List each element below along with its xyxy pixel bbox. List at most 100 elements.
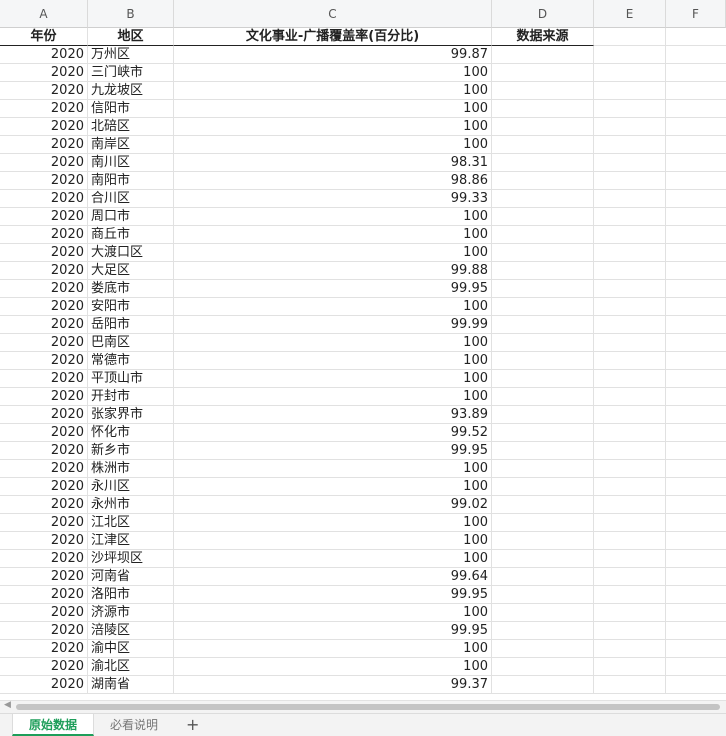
empty-cell[interactable] xyxy=(666,226,726,244)
empty-cell[interactable] xyxy=(666,640,726,658)
add-sheet-icon[interactable]: + xyxy=(174,714,211,736)
year-cell[interactable]: 2020 xyxy=(0,478,88,496)
empty-cell[interactable] xyxy=(594,334,666,352)
region-cell[interactable]: 巴南区 xyxy=(88,334,174,352)
empty-cell[interactable] xyxy=(594,478,666,496)
coverage-cell[interactable]: 100 xyxy=(174,604,492,622)
region-cell[interactable]: 北碚区 xyxy=(88,118,174,136)
source-cell[interactable] xyxy=(492,190,594,208)
empty-cell[interactable] xyxy=(666,334,726,352)
coverage-cell[interactable]: 99.95 xyxy=(174,586,492,604)
empty-cell[interactable] xyxy=(666,370,726,388)
empty-cell[interactable] xyxy=(666,28,726,46)
empty-cell[interactable] xyxy=(666,262,726,280)
coverage-cell[interactable]: 100 xyxy=(174,64,492,82)
coverage-cell[interactable]: 100 xyxy=(174,82,492,100)
empty-cell[interactable] xyxy=(594,604,666,622)
coverage-cell[interactable]: 99.95 xyxy=(174,622,492,640)
coverage-cell[interactable]: 100 xyxy=(174,460,492,478)
empty-cell[interactable] xyxy=(594,262,666,280)
region-cell[interactable]: 沙坪坝区 xyxy=(88,550,174,568)
region-cell[interactable]: 开封市 xyxy=(88,388,174,406)
empty-cell[interactable] xyxy=(594,406,666,424)
region-cell[interactable]: 济源市 xyxy=(88,604,174,622)
empty-cell[interactable] xyxy=(594,442,666,460)
year-cell[interactable]: 2020 xyxy=(0,244,88,262)
empty-cell[interactable] xyxy=(594,208,666,226)
source-cell[interactable] xyxy=(492,208,594,226)
empty-cell[interactable] xyxy=(594,586,666,604)
year-cell[interactable]: 2020 xyxy=(0,262,88,280)
empty-cell[interactable] xyxy=(666,298,726,316)
empty-cell[interactable] xyxy=(594,244,666,262)
year-cell[interactable]: 2020 xyxy=(0,352,88,370)
coverage-cell[interactable]: 100 xyxy=(174,640,492,658)
year-cell[interactable]: 2020 xyxy=(0,586,88,604)
year-cell[interactable]: 2020 xyxy=(0,442,88,460)
empty-cell[interactable] xyxy=(666,82,726,100)
year-cell[interactable]: 2020 xyxy=(0,424,88,442)
empty-cell[interactable] xyxy=(666,604,726,622)
coverage-cell[interactable]: 99.37 xyxy=(174,676,492,694)
coverage-cell[interactable]: 100 xyxy=(174,388,492,406)
year-cell[interactable]: 2020 xyxy=(0,172,88,190)
year-cell[interactable]: 2020 xyxy=(0,226,88,244)
year-cell[interactable]: 2020 xyxy=(0,136,88,154)
empty-cell[interactable] xyxy=(594,100,666,118)
year-cell[interactable]: 2020 xyxy=(0,388,88,406)
coverage-cell[interactable]: 100 xyxy=(174,208,492,226)
coverage-cell[interactable]: 100 xyxy=(174,100,492,118)
column-header-e[interactable]: E xyxy=(594,0,666,28)
column-header-a[interactable]: A xyxy=(0,0,88,28)
coverage-cell[interactable]: 98.31 xyxy=(174,154,492,172)
empty-cell[interactable] xyxy=(666,208,726,226)
column-header-c[interactable]: C xyxy=(174,0,492,28)
year-cell[interactable]: 2020 xyxy=(0,604,88,622)
source-cell[interactable] xyxy=(492,154,594,172)
source-cell[interactable] xyxy=(492,406,594,424)
year-cell[interactable]: 2020 xyxy=(0,100,88,118)
horizontal-scrollbar[interactable]: ◀ xyxy=(0,700,726,713)
year-cell[interactable]: 2020 xyxy=(0,532,88,550)
source-cell[interactable] xyxy=(492,316,594,334)
empty-cell[interactable] xyxy=(594,28,666,46)
empty-cell[interactable] xyxy=(594,622,666,640)
header-cell-source[interactable]: 数据来源 xyxy=(492,28,594,46)
source-cell[interactable] xyxy=(492,352,594,370)
coverage-cell[interactable]: 100 xyxy=(174,370,492,388)
year-cell[interactable]: 2020 xyxy=(0,550,88,568)
coverage-cell[interactable]: 99.87 xyxy=(174,46,492,64)
empty-cell[interactable] xyxy=(666,244,726,262)
coverage-cell[interactable]: 100 xyxy=(174,298,492,316)
source-cell[interactable] xyxy=(492,640,594,658)
year-cell[interactable]: 2020 xyxy=(0,460,88,478)
empty-cell[interactable] xyxy=(666,406,726,424)
region-cell[interactable]: 湖南省 xyxy=(88,676,174,694)
empty-cell[interactable] xyxy=(666,136,726,154)
source-cell[interactable] xyxy=(492,100,594,118)
source-cell[interactable] xyxy=(492,46,594,64)
empty-cell[interactable] xyxy=(594,298,666,316)
region-cell[interactable]: 周口市 xyxy=(88,208,174,226)
empty-cell[interactable] xyxy=(594,676,666,694)
region-cell[interactable]: 永州市 xyxy=(88,496,174,514)
region-cell[interactable]: 江北区 xyxy=(88,514,174,532)
sheet-tab-raw-data[interactable]: 原始数据 xyxy=(12,714,95,736)
region-cell[interactable]: 大渡口区 xyxy=(88,244,174,262)
year-cell[interactable]: 2020 xyxy=(0,406,88,424)
header-cell-region[interactable]: 地区 xyxy=(88,28,174,46)
year-cell[interactable]: 2020 xyxy=(0,82,88,100)
source-cell[interactable] xyxy=(492,550,594,568)
region-cell[interactable]: 平顶山市 xyxy=(88,370,174,388)
empty-cell[interactable] xyxy=(594,352,666,370)
region-cell[interactable]: 九龙坡区 xyxy=(88,82,174,100)
year-cell[interactable]: 2020 xyxy=(0,190,88,208)
source-cell[interactable] xyxy=(492,82,594,100)
empty-cell[interactable] xyxy=(666,676,726,694)
region-cell[interactable]: 洛阳市 xyxy=(88,586,174,604)
empty-cell[interactable] xyxy=(666,550,726,568)
coverage-cell[interactable]: 99.64 xyxy=(174,568,492,586)
source-cell[interactable] xyxy=(492,532,594,550)
year-cell[interactable]: 2020 xyxy=(0,334,88,352)
region-cell[interactable]: 信阳市 xyxy=(88,100,174,118)
